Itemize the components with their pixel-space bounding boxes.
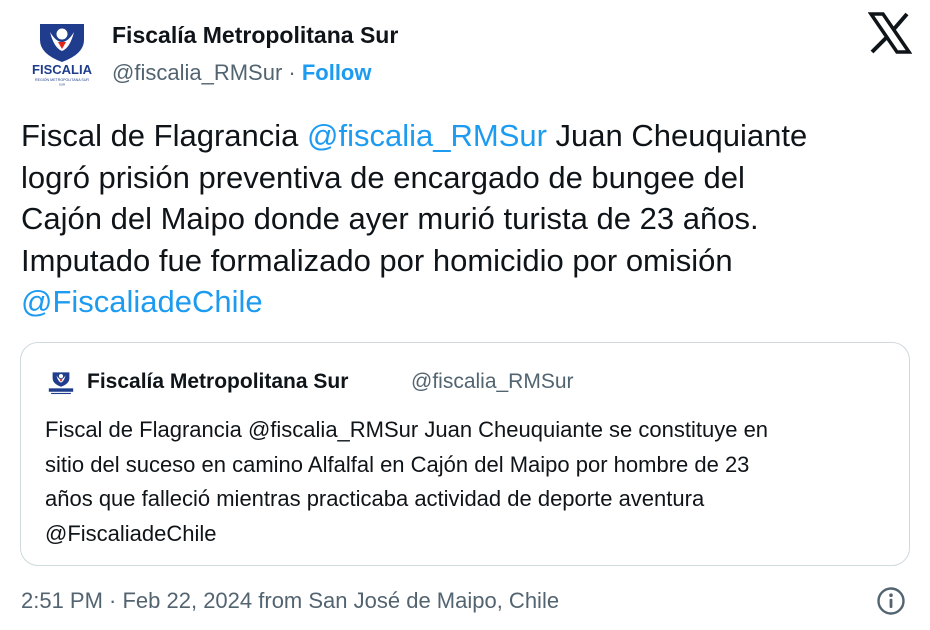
quoted-line: Fiscal de Flagrancia @fiscalia_RMSur Jua…	[45, 413, 895, 448]
quoted-author-name: Fiscalía Metropolitana Sur	[87, 370, 349, 393]
mention-link[interactable]: @FiscaliadeChile	[21, 284, 263, 319]
tweet-line-text: logró prisión preventiva de encargado de…	[21, 159, 745, 195]
tweet-line: Fiscal de Flagrancia @fiscalia_RMSur Jua…	[21, 115, 901, 157]
author-name[interactable]: Fiscalía Metropolitana Sur	[112, 22, 398, 49]
tweet-line: @FiscaliadeChile	[21, 281, 901, 323]
author-handle[interactable]: @fiscalia_RMSur	[112, 60, 282, 85]
quoted-tweet-text: Fiscal de Flagrancia @fiscalia_RMSur Jua…	[45, 413, 895, 551]
quoted-line-text: @FiscaliadeChile	[45, 520, 217, 546]
quoted-line: años que falleció mientras practicaba ac…	[45, 482, 895, 517]
tweet-line-text: Juan Cheuquiante	[546, 118, 808, 153]
quoted-line-text: Fiscal de Flagrancia @fiscalia_RMSur Jua…	[45, 417, 769, 442]
author-handle-line: @fiscalia_RMSur · Follow	[112, 60, 371, 86]
quoted-author-avatar	[45, 370, 77, 396]
svg-text:SUR: SUR	[59, 83, 66, 87]
tweet-line-text: Imputado fue formalizado por homicidio p…	[21, 242, 733, 278]
quoted-line: @FiscaliadeChile	[45, 517, 895, 552]
tweet-timestamp[interactable]: 2:51 PM · Feb 22, 2024 from San José de …	[21, 588, 559, 614]
quoted-line-text: años que falleció mientras practicaba ac…	[45, 486, 705, 511]
logo-subtext: REGIÓN METROPOLITANA SUR	[35, 77, 89, 82]
tweet-line-text: Fiscal de Flagrancia	[21, 118, 308, 153]
quoted-tweet-card[interactable]: Fiscalía Metropolitana Sur @fiscalia_RMS…	[20, 342, 910, 566]
handle-separator: ·	[282, 60, 302, 85]
quoted-line: sitio del suceso en camino Alfalfal en C…	[45, 448, 895, 483]
follow-button[interactable]: Follow	[302, 60, 372, 85]
tweet-line: Imputado fue formalizado por homicidio p…	[21, 240, 901, 282]
logo-text: FISCALIA	[32, 62, 93, 77]
quoted-line-text: sitio del suceso en camino Alfalfal en C…	[45, 451, 750, 477]
tweet-text: Fiscal de Flagrancia @fiscalia_RMSur Jua…	[21, 115, 901, 323]
tweet-line: Cajón del Maipo donde ayer murió turista…	[21, 198, 901, 240]
author-avatar[interactable]: FISCALIA REGIÓN METROPOLITANA SUR SUR	[20, 18, 104, 87]
mention-link[interactable]: @fiscalia_RMSur	[307, 118, 547, 153]
tweet-line: logró prisión preventiva de encargado de…	[21, 157, 901, 199]
x-logo-icon[interactable]	[867, 12, 913, 54]
tweet-line-text: Cajón del Maipo donde ayer murió turista…	[21, 201, 759, 236]
quoted-author-handle: @fiscalia_RMSur	[411, 370, 574, 393]
info-icon[interactable]	[876, 586, 906, 616]
fiscalia-logo-icon: FISCALIA REGIÓN METROPOLITANA SUR SUR	[32, 24, 93, 87]
fiscalia-logo-icon	[48, 372, 74, 395]
